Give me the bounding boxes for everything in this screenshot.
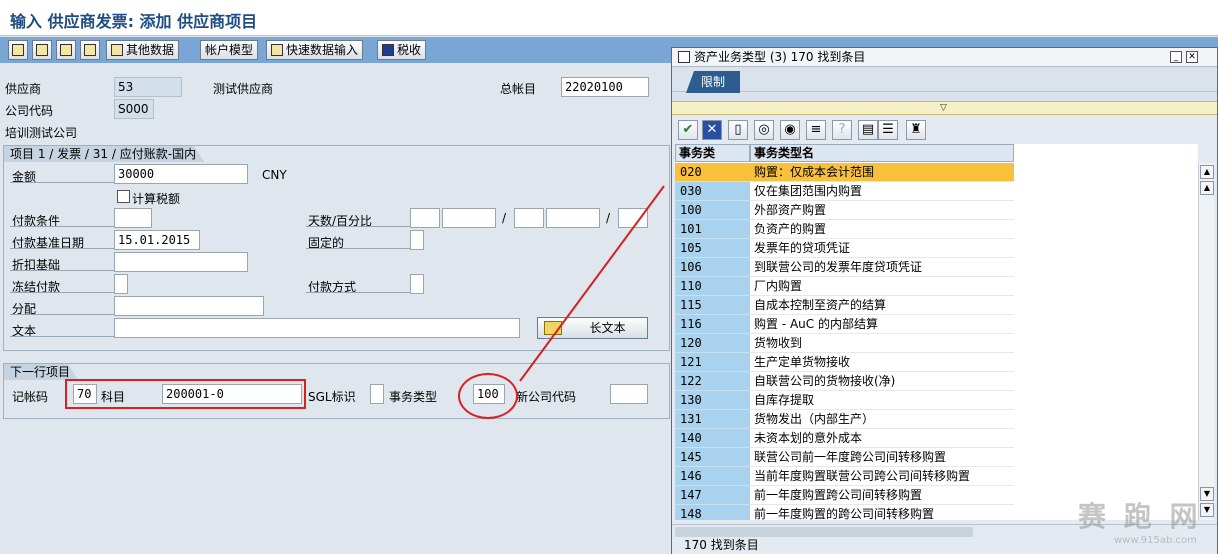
scroll-up-icon[interactable]: ▲ [1200,165,1214,179]
cell-name: 当前年度购置联营公司跨公司间转移购置 [750,467,1014,486]
cell-code: 140 [675,429,750,448]
cell-code: 110 [675,277,750,296]
table-row[interactable]: 101 负资产的购置 [675,220,1198,239]
cell-code: 030 [675,182,750,201]
table-row[interactable]: 122 自联营公司的货物接收(净) [675,372,1198,391]
cancel-icon[interactable]: ✕ [702,120,722,140]
table-row[interactable]: 110 厂内购置 [675,277,1198,296]
table-row[interactable]: 120 货物收到 [675,334,1198,353]
cell-code: 121 [675,353,750,372]
table-row[interactable]: 030 仅在集团范围内购置 [675,182,1198,201]
new-icon[interactable]: ▯ [728,120,748,140]
cell-name: 仅在集团范围内购置 [750,182,1014,201]
popup-title: 资产业务类型 (3) 170 找到条目 [694,50,866,64]
list-icon[interactable]: ☰ [878,120,898,140]
personalize-icon[interactable]: ♜ [906,120,926,140]
scroll-top-icon[interactable]: ▲ [1200,181,1214,195]
window-icon [678,51,690,63]
status-text: 170 找到条目 [684,538,759,552]
cell-code: 122 [675,372,750,391]
cell-name: 自联营公司的货物接收(净) [750,372,1014,391]
help-icon[interactable]: ? [832,120,852,140]
cell-code: 115 [675,296,750,315]
close-icon[interactable]: ✕ [1186,51,1198,63]
triangle-down-icon: ▽ [940,103,947,113]
cell-code: 130 [675,391,750,410]
popup-title-bar: 资产业务类型 (3) 170 找到条目 _ ✕ [672,48,1217,67]
cell-name: 负资产的购置 [750,220,1014,239]
sort-icon[interactable]: ≡ [806,120,826,140]
table-row[interactable]: 115 自成本控制至资产的结算 [675,296,1198,315]
cell-code: 147 [675,486,750,505]
cell-name: 发票年的贷项凭证 [750,239,1014,258]
cell-name: 生产定单货物接收 [750,353,1014,372]
column-header-name[interactable]: 事务类型名 [750,144,1014,162]
cell-name: 到联营公司的发票年度贷项凭证 [750,258,1014,277]
cell-code: 100 [675,201,750,220]
vertical-scrollbar[interactable]: ▲ ▲ ▼ ▼ [1198,163,1214,520]
cell-code: 116 [675,315,750,334]
watermark: 赛 跑 网 www.915ab.com [1060,495,1218,553]
collapse-bar[interactable]: ▽ [672,101,1217,115]
minimize-icon[interactable]: _ [1170,51,1182,63]
cell-code: 101 [675,220,750,239]
cell-name: 未资本划的意外成本 [750,429,1014,448]
find-next-icon[interactable]: ◉ [780,120,800,140]
cell-name: 货物发出（内部生产） [750,410,1014,429]
column-header-code[interactable]: 事务类 [675,144,750,162]
cell-code: 020 [675,163,750,182]
table-row[interactable]: 100 外部资产购置 [675,201,1198,220]
table-row[interactable]: 020 购置：仅成本会计范围 [675,163,1198,182]
table-row[interactable]: 105 发票年的贷项凭证 [675,239,1198,258]
popup-toolbar: ✔ ✕ ▯ ◎ ◉ ≡ ? ▤ ☰ ♜ [672,118,1217,142]
cell-code: 105 [675,239,750,258]
table-row[interactable]: 106 到联营公司的发票年度贷项凭证 [675,258,1198,277]
table-row[interactable]: 145 联营公司前一年度跨公司间转移购置 [675,448,1198,467]
table-row[interactable]: 116 购置 - AuC 的内部结算 [675,315,1198,334]
cell-code: 148 [675,505,750,520]
cell-name: 前一年度购置的跨公司间转移购置 [750,505,1014,520]
table-row[interactable]: 121 生产定单货物接收 [675,353,1198,372]
table-row[interactable]: 140 未资本划的意外成本 [675,429,1198,448]
f4-help-popup: 资产业务类型 (3) 170 找到条目 _ ✕ 限制 ▽ ✔ ✕ ▯ ◎ ◉ ≡… [671,47,1218,554]
cell-name: 货物收到 [750,334,1014,353]
cell-name: 前一年度购置跨公司间转移购置 [750,486,1014,505]
results-table: 事务类 事务类型名 020 购置：仅成本会计范围 030 仅在集团范围内购置 100 外部… [675,144,1198,520]
cell-code: 131 [675,410,750,429]
cell-name: 外部资产购置 [750,201,1014,220]
restrict-area: 限制 [672,67,1217,101]
cell-name: 厂内购置 [750,277,1014,296]
cell-name: 自库存提取 [750,391,1014,410]
cell-name: 联营公司前一年度跨公司间转移购置 [750,448,1014,467]
cell-code: 120 [675,334,750,353]
cell-name: 购置：仅成本会计范围 [750,163,1014,182]
table-row[interactable]: 131 货物发出（内部生产） [675,410,1198,429]
cell-code: 106 [675,258,750,277]
print-icon[interactable]: ▤ [858,120,878,140]
cell-name: 购置 - AuC 的内部结算 [750,315,1014,334]
cell-code: 146 [675,467,750,486]
watermark-url: www.915ab.com [1114,535,1197,546]
table-row[interactable]: 146 当前年度购置联营公司跨公司间转移购置 [675,467,1198,486]
tab-restrict[interactable]: 限制 [686,71,740,93]
watermark-text: 赛 跑 网 [1078,500,1202,533]
table-row[interactable]: 130 自库存提取 [675,391,1198,410]
cell-name: 自成本控制至资产的结算 [750,296,1014,315]
checkmark-icon[interactable]: ✔ [678,120,698,140]
binoculars-icon[interactable]: ◎ [754,120,774,140]
cell-code: 145 [675,448,750,467]
